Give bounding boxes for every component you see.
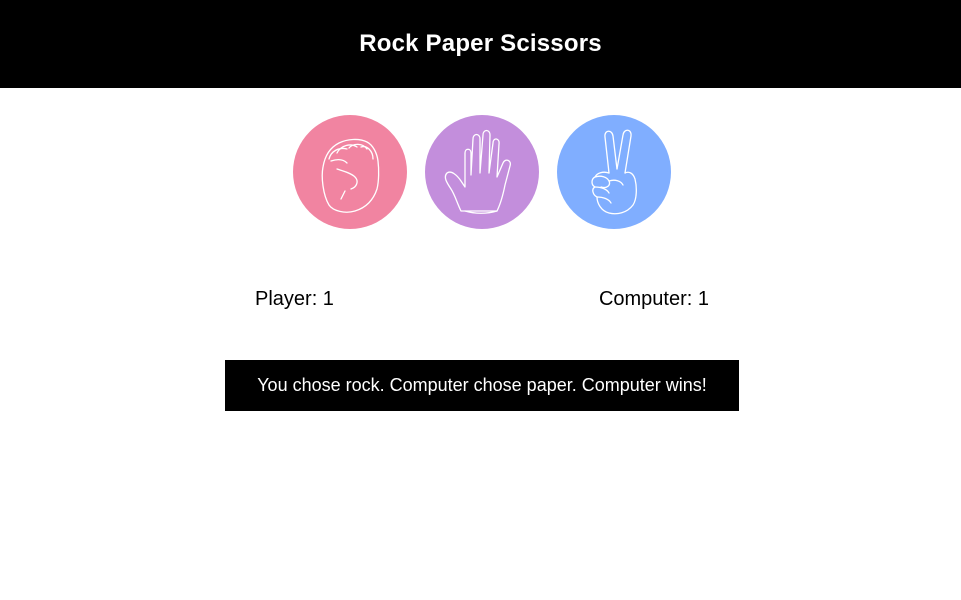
header-bar: Rock Paper Scissors [0, 0, 961, 88]
choice-buttons [0, 115, 961, 229]
open-hand-icon [444, 129, 511, 214]
page-title: Rock Paper Scissors [359, 30, 602, 57]
victory-hand-icon [591, 129, 637, 215]
rock-button[interactable] [293, 115, 407, 229]
paper-button[interactable] [425, 115, 539, 229]
player-score: Player: 1 [255, 288, 334, 310]
result-message: You chose rock. Computer chose paper. Co… [225, 360, 739, 411]
fist-icon [321, 138, 380, 213]
scissors-button[interactable] [557, 115, 671, 229]
computer-score: Computer: 1 [598, 288, 709, 310]
